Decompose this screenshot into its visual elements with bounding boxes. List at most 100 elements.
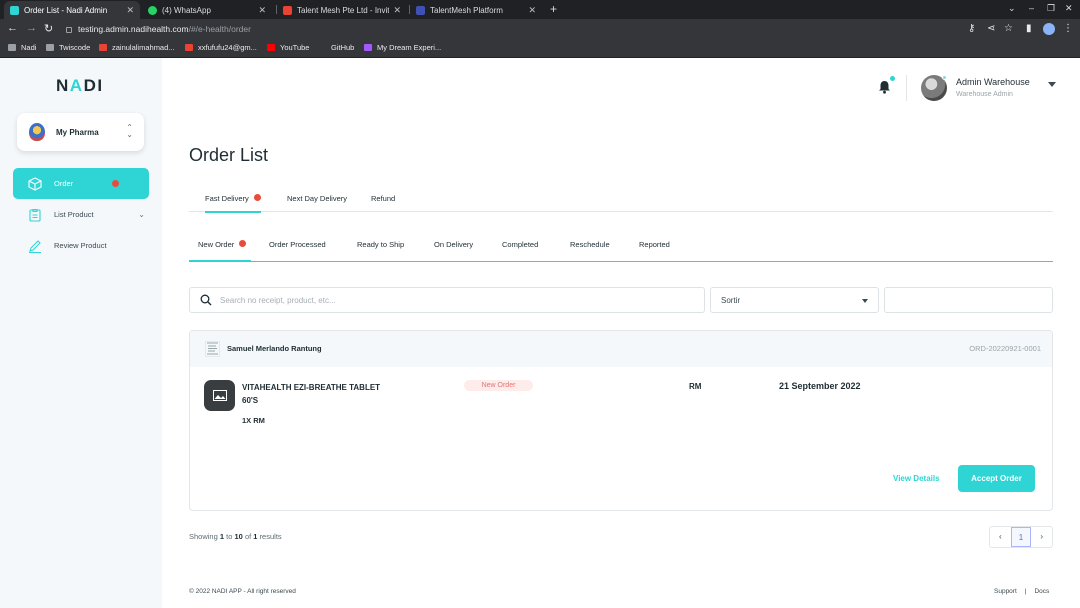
sidebar-item-order[interactable]: Order bbox=[13, 168, 149, 199]
tab-label: New Order bbox=[198, 240, 235, 249]
side-panel-icon[interactable]: ▮ bbox=[1026, 23, 1032, 34]
browser-tab-whatsapp[interactable]: (4) WhatsApp ✕ bbox=[142, 1, 272, 19]
status-tabs: New Order Order Processed Ready to Ship … bbox=[189, 233, 1053, 262]
tab-label: Fast Delivery bbox=[205, 194, 249, 203]
close-icon[interactable]: ✕ bbox=[126, 5, 134, 16]
tab-title: Talent Mesh Pte Ltd - Invitatio bbox=[297, 5, 390, 15]
logo-text: N bbox=[56, 76, 70, 95]
sort-dropdown[interactable]: Sortir bbox=[710, 287, 879, 313]
page-title: Order List bbox=[189, 145, 269, 165]
browser-tab-talentmesh-invite[interactable]: Talent Mesh Pte Ltd - Invitatio ✕ bbox=[277, 1, 407, 19]
restore-icon[interactable]: ❐ bbox=[1047, 3, 1055, 14]
next-page-button[interactable]: › bbox=[1031, 527, 1052, 547]
support-link[interactable]: Support bbox=[994, 588, 1017, 595]
sidebar-item-review-product[interactable]: Review Product bbox=[13, 230, 149, 261]
share-icon[interactable]: ⋖ bbox=[987, 23, 995, 34]
tab-new-order[interactable]: New Order bbox=[189, 240, 252, 262]
github-icon bbox=[318, 44, 326, 51]
box-icon bbox=[28, 176, 42, 191]
new-tab-button[interactable]: + bbox=[550, 2, 557, 16]
pharmacy-crest-icon bbox=[29, 123, 45, 141]
sidebar-item-list-product[interactable]: List Product ⌄ bbox=[13, 199, 149, 230]
browser-tab-talentmesh-platform[interactable]: TalentMesh Platform ✕ bbox=[410, 1, 542, 19]
order-card-header: Samuel Merlando Rantung ORD-20220921-000… bbox=[190, 331, 1052, 367]
bookmark-twiscode[interactable]: Twiscode bbox=[46, 43, 90, 52]
chevron-down-icon: ⌄ bbox=[138, 210, 145, 219]
tab-order-processed[interactable]: Order Processed bbox=[269, 240, 326, 249]
close-window-icon[interactable]: ✕ bbox=[1065, 3, 1073, 14]
product-name: VITAHEALTH EZI-BREATHE TABLET 60'S bbox=[242, 383, 381, 405]
bell-icon[interactable] bbox=[878, 80, 891, 94]
bookmark-github[interactable]: GitHub bbox=[318, 43, 354, 52]
clipboard-icon bbox=[29, 208, 41, 222]
figma-icon bbox=[364, 44, 372, 51]
showing-word: Showing bbox=[189, 532, 218, 541]
close-icon[interactable]: ✕ bbox=[393, 5, 401, 16]
showing-total: 1 bbox=[253, 532, 258, 541]
tab-completed[interactable]: Completed bbox=[502, 240, 538, 249]
tab-on-delivery[interactable]: On Delivery bbox=[434, 240, 473, 249]
sidebar-item-label: Order bbox=[54, 179, 74, 188]
bookmark-label: GitHub bbox=[331, 43, 355, 52]
nadi-favicon-icon bbox=[10, 5, 19, 15]
prev-page-button[interactable]: ‹ bbox=[990, 527, 1011, 547]
bookmark-nadi[interactable]: Nadi bbox=[8, 43, 36, 52]
tab-next-day-delivery[interactable]: Next Day Delivery bbox=[287, 194, 347, 203]
bookmark-youtube[interactable]: YouTube bbox=[267, 43, 309, 52]
to-word: to bbox=[226, 532, 233, 541]
menu-dots-icon[interactable]: ⋮ bbox=[1063, 23, 1073, 34]
pharmacy-switcher[interactable]: My Pharma ⌃ ⌄ bbox=[17, 113, 144, 151]
docs-link[interactable]: Docs bbox=[1034, 588, 1049, 595]
gmail-icon bbox=[185, 44, 193, 51]
close-icon[interactable]: ✕ bbox=[528, 5, 536, 16]
search-input[interactable] bbox=[220, 295, 680, 305]
showing-to: 10 bbox=[234, 532, 243, 541]
sort-label: Sortir bbox=[721, 296, 741, 305]
header-divider bbox=[906, 75, 907, 101]
folder-icon bbox=[46, 44, 54, 51]
tab-reschedule[interactable]: Reschedule bbox=[570, 240, 610, 249]
footer-links: Support | Docs bbox=[994, 588, 1049, 595]
tab-ready-to-ship[interactable]: Ready to Ship bbox=[357, 240, 404, 249]
bookmark-gmail-1[interactable]: zainulalimahmad... bbox=[99, 43, 175, 52]
forward-icon[interactable]: → bbox=[26, 22, 37, 34]
tab-refund[interactable]: Refund bbox=[371, 194, 395, 203]
tab-search-icon[interactable]: ⌄ bbox=[1008, 3, 1016, 14]
chevron-up-down-icon: ⌃ ⌄ bbox=[126, 123, 133, 139]
reload-icon[interactable]: ↻ bbox=[44, 22, 53, 35]
key-icon[interactable]: ⚷ bbox=[968, 23, 975, 34]
browser-tab-nadi[interactable]: Order List - Nadi Admin ✕ bbox=[4, 1, 140, 19]
customer-name: Samuel Merlando Rantung bbox=[227, 344, 322, 353]
bookmark-label: xxfufufu24@gm... bbox=[198, 43, 257, 52]
view-details-link[interactable]: View Details bbox=[893, 474, 940, 483]
minimize-icon[interactable]: – bbox=[1029, 3, 1034, 13]
profile-avatar-icon[interactable] bbox=[1043, 23, 1055, 35]
pagination: ‹ 1 › bbox=[989, 526, 1053, 548]
back-icon[interactable]: ← bbox=[7, 22, 18, 34]
page-number-button[interactable]: 1 bbox=[1010, 527, 1032, 547]
delivery-tabs: Fast Delivery Next Day Delivery Refund bbox=[189, 187, 1053, 213]
sidebar-item-label: Review Product bbox=[54, 241, 107, 250]
pagination-summary: Showing 1 to 10 of 1 results bbox=[189, 532, 282, 541]
status-badge: New Order bbox=[464, 380, 533, 391]
sidebar-item-label: List Product bbox=[54, 210, 94, 219]
pencil-icon bbox=[29, 239, 41, 253]
address-bar[interactable]: testing.admin.nadihealth.com/#/e-health/… bbox=[66, 24, 251, 34]
bookmark-gmail-2[interactable]: xxfufufu24@gm... bbox=[185, 43, 257, 52]
tab-reported[interactable]: Reported bbox=[639, 240, 670, 249]
star-icon[interactable]: ☆ bbox=[1004, 23, 1013, 34]
tab-title: (4) WhatsApp bbox=[162, 5, 211, 15]
filter-input[interactable] bbox=[884, 287, 1053, 313]
bookmark-my-dream[interactable]: My Dream Experi... bbox=[364, 43, 441, 52]
caret-down-icon[interactable] bbox=[1048, 82, 1056, 87]
tab-title: TalentMesh Platform bbox=[430, 5, 503, 15]
receipt-icon bbox=[205, 341, 220, 357]
accept-order-button[interactable]: Accept Order bbox=[958, 465, 1035, 492]
showing-from: 1 bbox=[219, 532, 225, 541]
close-icon[interactable]: ✕ bbox=[258, 5, 266, 16]
user-name[interactable]: Admin Warehouse bbox=[956, 77, 1030, 87]
search-icon bbox=[200, 294, 212, 306]
folder-icon bbox=[8, 44, 16, 51]
tab-fast-delivery[interactable]: Fast Delivery bbox=[205, 194, 261, 213]
nadi-logo[interactable]: NADI bbox=[56, 76, 104, 96]
